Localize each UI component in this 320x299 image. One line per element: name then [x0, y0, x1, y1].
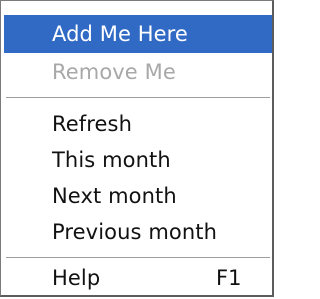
menu-item-label: Previous month — [52, 220, 217, 244]
menu-item-label: Add Me Here — [52, 22, 188, 46]
menu-item-remove-me: Remove Me — [4, 53, 272, 91]
menu-item-label: This month — [52, 148, 171, 172]
menu-item-refresh[interactable]: Refresh — [4, 105, 272, 143]
menu-item-add-me-here[interactable]: Add Me Here — [4, 15, 272, 53]
menu-separator — [6, 97, 270, 99]
menu-item-previous-month[interactable]: Previous month — [4, 213, 272, 251]
menu-item-help[interactable]: Help F1 — [4, 259, 272, 297]
menu-item-label: Help — [52, 266, 101, 290]
menu-item-label: Refresh — [52, 112, 133, 136]
menu-item-next-month[interactable]: Next month — [4, 177, 272, 215]
context-menu: Add Me Here Remove Me Refresh This month… — [0, 0, 274, 297]
menu-item-label: Remove Me — [52, 60, 176, 84]
menu-item-label: Next month — [52, 184, 177, 208]
menu-item-shortcut: F1 — [216, 266, 242, 290]
menu-item-this-month[interactable]: This month — [4, 141, 272, 179]
